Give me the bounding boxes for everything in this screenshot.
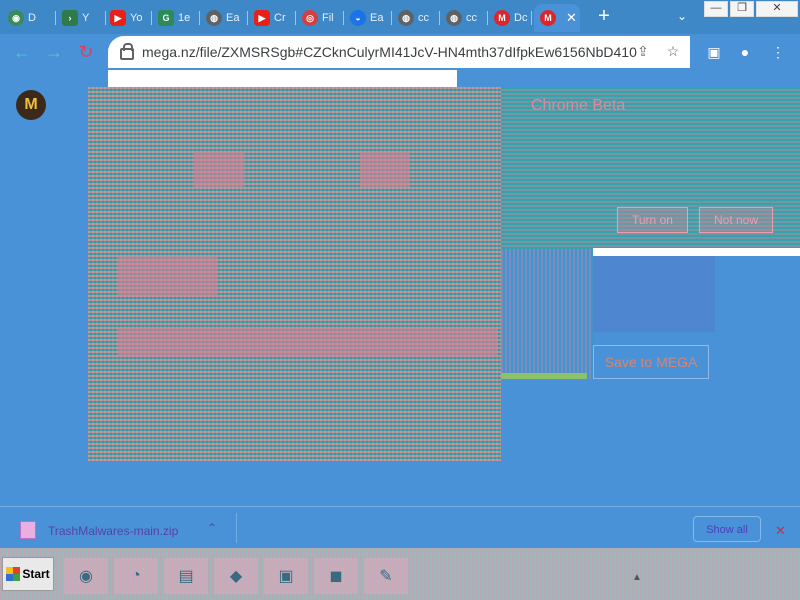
- taskbar-app-icon[interactable]: ◼: [314, 558, 358, 594]
- close-tab-icon[interactable]: ✕: [566, 10, 577, 26]
- taskbar-app-icon[interactable]: ◆: [214, 558, 258, 594]
- download-progress-bar: [501, 373, 587, 379]
- side-tile: [593, 256, 715, 332]
- globe-icon: ◍: [206, 10, 222, 26]
- bookmark-star-icon[interactable]: ☆: [664, 42, 682, 60]
- not-now-button[interactable]: Not now: [699, 207, 774, 233]
- browser-tab[interactable]: G 1e: [158, 4, 200, 32]
- terminal-icon: ›: [62, 10, 78, 26]
- globe-icon: ◍: [446, 10, 462, 26]
- tab-strip: ◉ D › Y ▶ Yo G 1e ◍ Ea ▶ Cr ◎ Fil ◒ Ea ◍…: [0, 0, 800, 34]
- browser-tab[interactable]: ◒ Ea: [350, 4, 392, 32]
- mega-icon: M: [540, 10, 556, 26]
- windows-flag-icon: [6, 567, 21, 581]
- browser-tab[interactable]: ▶ Cr: [254, 4, 296, 32]
- browser-tab[interactable]: › Y: [62, 4, 106, 32]
- zip-file-icon: [20, 521, 36, 539]
- address-bar[interactable]: mega.nz/file/ZXMSRSgb#CZCknCulyrMI41JcV-…: [108, 36, 690, 68]
- browser-tab-active[interactable]: M ✕: [534, 4, 580, 32]
- youtube-icon: ▶: [110, 10, 126, 26]
- tab-search-chevron-icon[interactable]: ⌄: [672, 6, 692, 26]
- chevron-up-icon[interactable]: ⌃: [207, 521, 217, 535]
- edge-icon: ◒: [350, 10, 366, 26]
- forward-arrow-icon[interactable]: →: [42, 40, 66, 64]
- divider: [236, 513, 237, 543]
- site-icon: ◎: [302, 10, 318, 26]
- mega-logo[interactable]: M: [16, 90, 46, 120]
- browser-tab[interactable]: ◍ Ea: [206, 4, 248, 32]
- tab-title: cc: [418, 12, 429, 24]
- reload-icon[interactable]: ↻: [74, 40, 98, 64]
- tab-title: 1e: [178, 12, 191, 24]
- url-text[interactable]: mega.nz/file/ZXMSRSgb#CZCknCulyrMI41JcV-…: [142, 44, 637, 60]
- turn-on-button[interactable]: Turn on: [617, 207, 688, 233]
- preview-block: [360, 151, 410, 187]
- browser-tab[interactable]: ▶ Yo: [110, 4, 152, 32]
- menu-kebab-icon[interactable]: ⋮: [766, 40, 790, 64]
- grammarly-icon: G: [158, 10, 174, 26]
- tab-title: Y: [82, 12, 90, 24]
- tab-title: cc: [466, 12, 477, 24]
- taskbar-app-icon[interactable]: ▣: [264, 558, 308, 594]
- taskbar: Start ◉ ◔ ▤ ◆ ▣ ◼ ✎ ▲: [0, 548, 800, 600]
- minimize-button[interactable]: —: [704, 1, 728, 17]
- tab-title: Fil: [322, 12, 334, 24]
- download-file-name[interactable]: TrashMalwares-main.zip: [48, 524, 178, 538]
- close-icon[interactable]: ✕: [775, 523, 786, 539]
- browser-tab[interactable]: ◉ D: [8, 4, 56, 32]
- maximize-button[interactable]: ❐: [730, 1, 754, 17]
- side-panel-icon[interactable]: ▣: [702, 40, 726, 64]
- profile-avatar-icon[interactable]: ●: [733, 40, 757, 64]
- globe-icon: ◉: [8, 10, 24, 26]
- show-all-button[interactable]: Show all: [693, 516, 761, 542]
- browser-toolbar: ← → ↻ mega.nz/file/ZXMSRSgb#CZCknCulyrMI…: [0, 34, 800, 70]
- taskbar-folder-icon[interactable]: ▤: [164, 558, 208, 594]
- lock-icon: [120, 43, 134, 60]
- tab-title: D: [28, 12, 36, 24]
- chrome-beta-banner: Chrome Beta Turn on Not now: [501, 87, 800, 249]
- start-button[interactable]: Start: [2, 557, 54, 591]
- taskbar-app-icon[interactable]: ◔: [114, 558, 158, 594]
- tab-title: Ea: [226, 12, 240, 24]
- globe-icon: ◍: [398, 10, 414, 26]
- header-strip: [108, 70, 457, 88]
- start-label: Start: [22, 567, 50, 581]
- mega-icon: M: [494, 10, 510, 26]
- browser-tab[interactable]: ◍ cc: [398, 4, 440, 32]
- save-to-mega-button[interactable]: Save to MEGA: [593, 345, 709, 379]
- preview-block: [194, 151, 244, 187]
- tab-title: Ea: [370, 12, 384, 24]
- preview-block: [118, 257, 218, 297]
- browser-tab[interactable]: M Dc: [494, 4, 532, 32]
- back-arrow-icon[interactable]: ←: [10, 40, 34, 64]
- tab-title: Cr: [274, 12, 286, 24]
- tab-title: Dc: [514, 12, 528, 24]
- side-panel-edge: [593, 248, 800, 256]
- tray-expand-icon[interactable]: ▲: [632, 572, 642, 583]
- browser-tab[interactable]: ◎ Fil: [302, 4, 344, 32]
- tab-title: Yo: [130, 12, 143, 24]
- youtube-icon: ▶: [254, 10, 270, 26]
- share-icon[interactable]: ⇪: [634, 42, 652, 60]
- taskbar-chrome-icon[interactable]: ◉: [64, 558, 108, 594]
- preview-fragment: [501, 249, 593, 379]
- banner-title: Chrome Beta: [531, 97, 626, 114]
- download-bar: TrashMalwares-main.zip ⌃ Show all ✕: [0, 506, 800, 549]
- close-window-button[interactable]: ✕: [756, 1, 798, 17]
- file-preview: [88, 87, 501, 461]
- page-content: M Chrome Beta Turn on Not now Save to ME…: [0, 70, 800, 506]
- browser-tab[interactable]: ◍ cc: [446, 4, 488, 32]
- preview-block: [118, 327, 498, 357]
- taskbar-app-icon[interactable]: ✎: [364, 558, 408, 594]
- new-tab-button[interactable]: +: [592, 4, 616, 28]
